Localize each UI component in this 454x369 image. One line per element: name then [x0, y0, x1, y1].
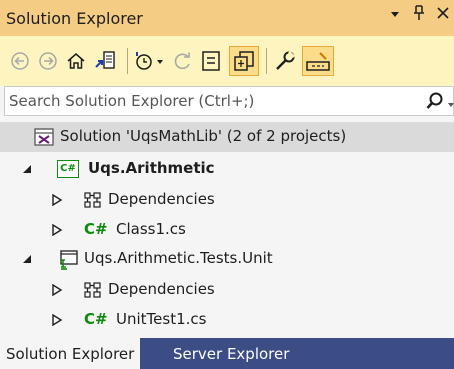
- tree-item-dependencies[interactable]: Dependencies: [0, 185, 454, 215]
- tree-item-solution[interactable]: Solution 'UqsMathLib' (2 of 2 projects): [0, 122, 454, 152]
- tree-item-dependencies[interactable]: Dependencies: [0, 275, 454, 305]
- forward-icon[interactable]: [36, 46, 60, 76]
- toolbar-separator: [127, 48, 128, 74]
- pin-icon[interactable]: [413, 5, 425, 25]
- sync-icon[interactable]: [171, 46, 195, 76]
- tree-item-file[interactable]: C# Class1.cs: [0, 215, 454, 245]
- back-icon[interactable]: [8, 46, 32, 76]
- file-label: UnitTest1.cs: [116, 310, 207, 328]
- solution-icon: [34, 128, 54, 146]
- window-menu-icon[interactable]: [389, 8, 401, 24]
- collapsed-arrow-icon[interactable]: [50, 313, 64, 327]
- search-box: [4, 86, 454, 116]
- dependencies-label: Dependencies: [108, 190, 215, 208]
- preview-selected-items-icon[interactable]: [302, 46, 334, 76]
- switch-views-icon[interactable]: [92, 46, 120, 76]
- bottom-tab-bar: Solution Explorer Server Explorer: [0, 338, 454, 369]
- project-label: Uqs.Arithmetic.Tests.Unit: [84, 249, 273, 267]
- solution-tree: Solution 'UqsMathLib' (2 of 2 projects) …: [0, 122, 454, 338]
- search-options-icon[interactable]: [448, 97, 454, 115]
- home-icon[interactable]: [64, 46, 88, 76]
- expanded-arrow-icon[interactable]: [20, 162, 34, 176]
- dependencies-label: Dependencies: [108, 280, 215, 298]
- tree-item-project-uqs-arithmetic[interactable]: C# Uqs.Arithmetic: [0, 154, 454, 184]
- csharp-file-icon: C#: [84, 310, 108, 328]
- csharp-project-icon: C#: [57, 160, 79, 178]
- dependencies-icon: [84, 282, 102, 298]
- toolbar-separator: [266, 48, 267, 74]
- search-icon[interactable]: [426, 91, 444, 115]
- collapse-all-icon[interactable]: [199, 46, 225, 76]
- project-label: Uqs.Arithmetic: [88, 159, 215, 177]
- show-all-files-icon[interactable]: [229, 46, 259, 76]
- collapsed-arrow-icon[interactable]: [50, 283, 64, 297]
- tab-solution-explorer[interactable]: Solution Explorer: [0, 338, 141, 369]
- toolbar: [0, 36, 454, 86]
- search-input[interactable]: [5, 92, 415, 110]
- tree-item-file[interactable]: C# UnitTest1.cs: [0, 305, 454, 335]
- window-title: Solution Explorer: [6, 8, 143, 28]
- collapsed-arrow-icon[interactable]: [50, 193, 64, 207]
- test-project-icon: [58, 250, 78, 270]
- csharp-file-icon: C#: [84, 220, 108, 238]
- tree-item-project-uqs-arithmetic-tests-unit[interactable]: Uqs.Arithmetic.Tests.Unit: [0, 244, 454, 274]
- pending-changes-filter-icon[interactable]: [133, 46, 167, 76]
- file-label: Class1.cs: [116, 220, 186, 238]
- expanded-arrow-icon[interactable]: [20, 252, 34, 266]
- close-icon[interactable]: [436, 5, 450, 25]
- collapsed-arrow-icon[interactable]: [50, 223, 64, 237]
- properties-icon[interactable]: [272, 46, 298, 76]
- solution-label: Solution 'UqsMathLib' (2 of 2 projects): [60, 127, 347, 145]
- title-bar: Solution Explorer: [0, 0, 454, 36]
- dependencies-icon: [84, 192, 102, 208]
- tab-server-explorer[interactable]: Server Explorer: [167, 338, 295, 369]
